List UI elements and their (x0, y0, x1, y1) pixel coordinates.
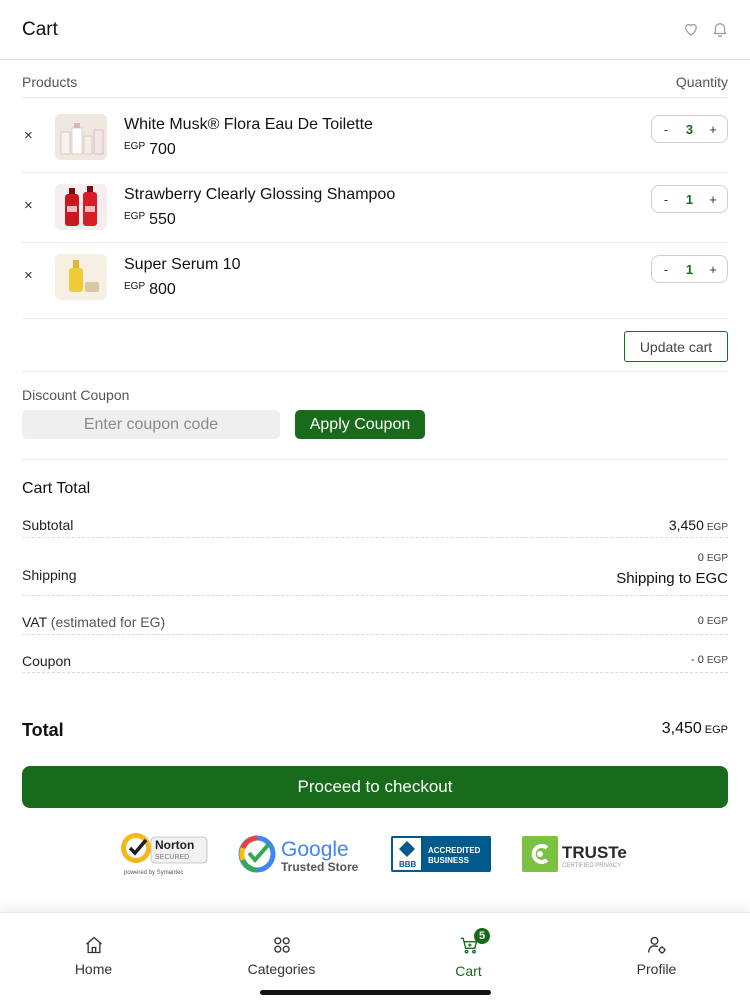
quantity-value[interactable]: 3 (686, 122, 693, 137)
products-column-header: Products (22, 74, 78, 90)
shipping-label: Shipping (22, 567, 77, 583)
cart-item: × Strawberry Clearly Glossing Shampoo EG… (22, 182, 728, 242)
svg-text:ACCREDITED: ACCREDITED (428, 846, 481, 855)
tab-cart[interactable]: 5 Cart (375, 913, 562, 993)
product-price: EGP 800 (124, 281, 176, 298)
subtotal-value: 3,450 EGP (668, 517, 728, 533)
quantity-value[interactable]: 1 (686, 192, 693, 207)
quantity-column-header: Quantity (675, 74, 728, 90)
svg-text:Trusted Store: Trusted Store (281, 860, 359, 874)
bbb-accredited-badge: BBB ACCREDITED BUSINESS (391, 836, 491, 872)
cart-count-badge: 5 (474, 928, 490, 944)
svg-text:TRUSTe: TRUSTe (562, 843, 627, 862)
tab-label: Categories (247, 961, 316, 977)
svg-text:CERTIFIED PRIVACY: CERTIFIED PRIVACY (562, 863, 621, 869)
product-image (55, 254, 107, 300)
cart-table-header: Products Quantity (22, 60, 728, 98)
decrease-quantity-button[interactable]: - (660, 192, 672, 207)
row-divider (22, 242, 728, 243)
product-image (55, 184, 107, 230)
tab-home[interactable]: Home (0, 913, 187, 993)
vat-label: VAT (estimated for EG) (22, 614, 166, 630)
total-value: 3,450 EGP (661, 720, 728, 737)
bottom-tab-bar: Home Categories 5 Cart Profile (0, 912, 750, 1000)
grid-icon (273, 937, 290, 953)
tab-categories[interactable]: Categories (188, 913, 375, 993)
proceed-to-checkout-button[interactable]: Proceed to checkout (22, 766, 728, 808)
svg-text:SECURED: SECURED (155, 854, 189, 861)
coupon-row: Coupon - 0 EGP (22, 645, 728, 673)
row-divider (22, 318, 728, 319)
vat-value: 0 EGP (697, 615, 728, 627)
page-title: Cart (22, 19, 58, 40)
cart-item: × Super Serum 10 EGP 800 - 1 + (22, 252, 728, 312)
subtotal-label: Subtotal (22, 517, 74, 533)
quantity-stepper: - 1 + (651, 185, 728, 213)
svg-text:BBB: BBB (399, 860, 417, 869)
cart-total-heading: Cart Total (22, 480, 91, 497)
norton-secured-badge: Norton SECURED powered by Symantec (121, 833, 208, 876)
shipping-value: 0 EGP (697, 552, 728, 564)
vat-row: VAT (estimated for EG) 0 EGP (22, 606, 728, 635)
svg-text:powered by Symantec: powered by Symantec (124, 870, 183, 876)
product-price: EGP 550 (124, 211, 176, 228)
remove-item-button[interactable]: × (24, 127, 33, 144)
shipping-destination: Shipping to EGC (616, 570, 728, 587)
quantity-stepper: - 1 + (651, 255, 728, 283)
home-indicator (260, 990, 491, 995)
shipping-row: Shipping 0 EGP Shipping to EGC (22, 548, 728, 596)
row-divider (22, 172, 728, 173)
svg-text:BUSINESS: BUSINESS (428, 856, 470, 865)
truste-certified-badge: TRUSTe CERTIFIED PRIVACY (522, 836, 627, 872)
product-name[interactable]: Strawberry Clearly Glossing Shampoo (124, 186, 395, 204)
increase-quantity-button[interactable]: + (707, 262, 719, 277)
coupon-label: Discount Coupon (22, 387, 130, 403)
coupon-discount-label: Coupon (22, 653, 72, 669)
decrease-quantity-button[interactable]: - (660, 122, 672, 137)
product-image (55, 114, 107, 160)
product-name[interactable]: White Musk® Flora Eau De Toilette (124, 116, 373, 134)
coupon-discount-value: - 0 EGP (691, 654, 728, 666)
bell-icon[interactable] (711, 20, 729, 38)
increase-quantity-button[interactable]: + (707, 122, 719, 137)
section-divider (22, 371, 728, 372)
svg-text:Norton: Norton (155, 838, 194, 852)
total-label: Total (22, 720, 64, 740)
tab-label: Cart (455, 963, 482, 979)
product-name[interactable]: Super Serum 10 (124, 256, 241, 274)
subtotal-row: Subtotal 3,450 EGP (22, 510, 728, 538)
section-divider (22, 459, 728, 460)
quantity-value[interactable]: 1 (686, 262, 693, 277)
increase-quantity-button[interactable]: + (707, 192, 719, 207)
remove-item-button[interactable]: × (24, 197, 33, 214)
heart-icon[interactable] (682, 20, 700, 38)
cart-item: × White Musk® Flora Eau De Toilette EGP 7… (22, 112, 728, 172)
app-header: Cart (0, 0, 750, 60)
svg-text:Google: Google (281, 838, 349, 861)
grand-total-row: Total 3,450 EGP (22, 718, 728, 742)
update-cart-button[interactable]: Update cart (624, 331, 728, 362)
tab-label: Home (74, 961, 113, 977)
tab-label: Profile (636, 961, 677, 977)
home-icon (85, 936, 102, 954)
tab-profile[interactable]: Profile (563, 913, 750, 993)
remove-item-button[interactable]: × (24, 267, 33, 284)
google-trusted-store-badge: Google Trusted Store (238, 835, 359, 874)
profile-gear-icon (647, 936, 666, 954)
decrease-quantity-button[interactable]: - (660, 262, 672, 277)
coupon-input[interactable] (22, 410, 280, 439)
apply-coupon-button[interactable]: Apply Coupon (295, 410, 425, 439)
product-price: EGP 700 (124, 141, 176, 158)
quantity-stepper: - 3 + (651, 115, 728, 143)
